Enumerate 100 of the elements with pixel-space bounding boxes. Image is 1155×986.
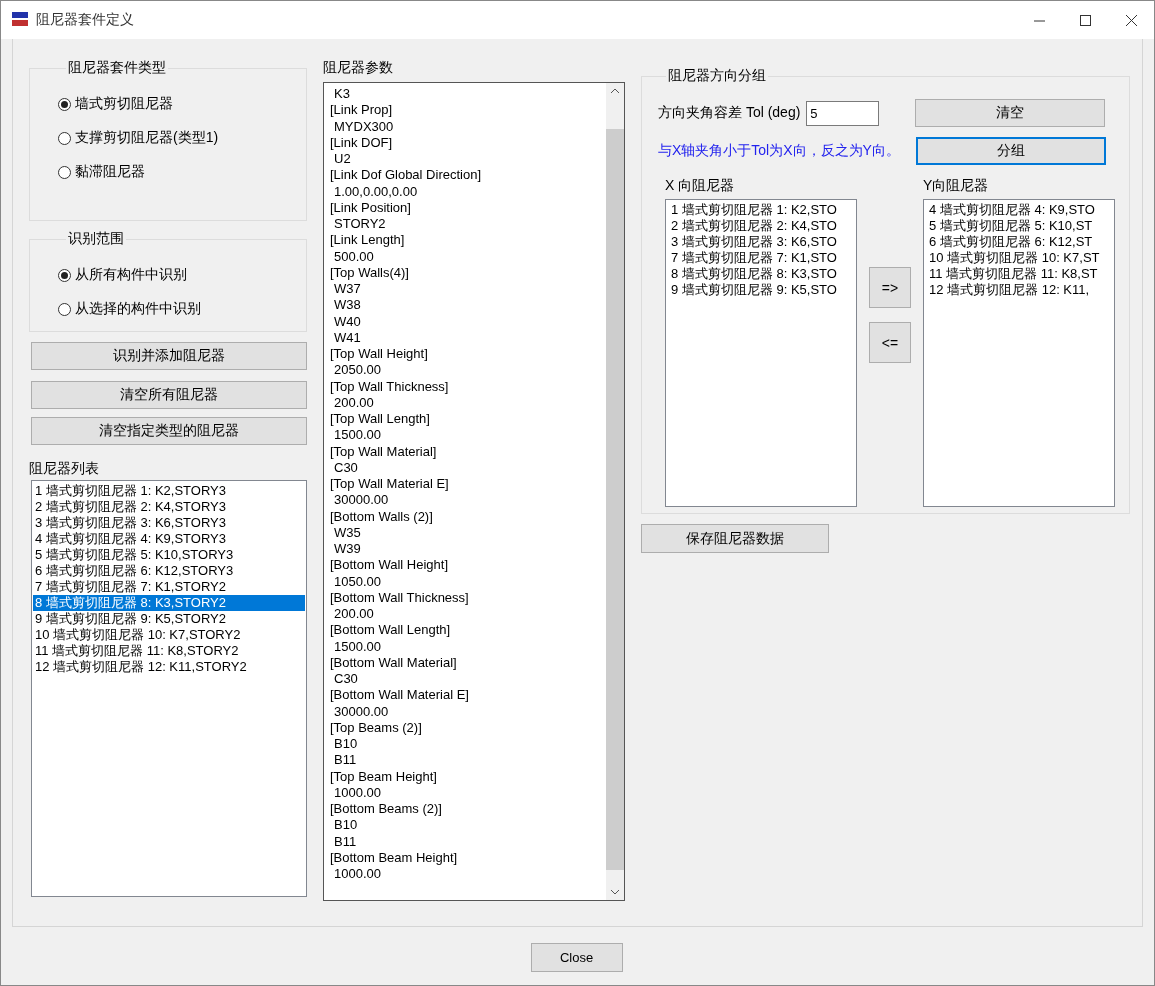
list-item[interactable]: 2 墙式剪切阻尼器 2: K4,STO [669,218,856,234]
param-line: [Top Walls(4)] [330,264,410,281]
list-item[interactable]: 5 墙式剪切阻尼器 5: K10,STORY3 [33,547,305,563]
param-line: [Top Wall Material] [330,443,438,460]
param-line: W41 [333,329,362,346]
param-line: [Link Position] [330,199,412,216]
move-right-button[interactable]: => [869,267,911,308]
list-item[interactable]: 11 墙式剪切阻尼器 11: K8,STORY2 [33,643,305,659]
list-item[interactable]: 10 墙式剪切阻尼器 10: K7,ST [927,250,1114,266]
move-left-button[interactable]: <= [869,322,911,363]
list-label: 阻尼器列表 [29,460,100,478]
param-line: [Bottom Wall Material] [330,654,458,671]
group-title: 识别范围 [67,230,125,248]
group-button[interactable]: 分组 [915,137,1106,165]
list-label: X 向阻尼器 [665,177,736,195]
radio-icon[interactable] [58,131,71,145]
radio-button[interactable]: 黏滞阻尼器 [58,155,145,189]
param-line: C30 [333,459,359,476]
param-line: [Link Length] [330,232,406,249]
app-logo-icon [12,12,28,28]
list-item[interactable]: 4 墙式剪切阻尼器 4: K9,STORY3 [33,531,305,547]
param-line: 30000.00 [333,492,390,509]
param-line: 1.00,0.00,0.00 [333,183,419,200]
hint-text: 与X轴夹角小于Tol为X向，反之为Y向。 [658,142,900,160]
param-line: B10 [333,817,359,834]
window-title: 阻尼器套件定义 [36,11,134,29]
param-line: MYDX300 [333,118,395,135]
list-item[interactable]: 12 墙式剪切阻尼器 12: K11, [927,282,1114,298]
param-line: B11 [333,752,358,769]
param-line: [Bottom Wall Material E] [330,687,470,704]
list-item[interactable]: 11 墙式剪切阻尼器 11: K8,ST [927,266,1114,282]
list-item[interactable]: 1 墙式剪切阻尼器 1: K2,STORY3 [33,483,305,499]
param-line: B11 [333,833,358,850]
param-line: W37 [333,281,362,298]
param-line: [Top Wall Material E] [330,476,450,493]
action-button[interactable]: 清空指定类型的阻尼器 [31,417,307,445]
param-line: [Link Dof Global Direction] [330,167,482,184]
action-button[interactable]: 清空所有阻尼器 [31,381,307,409]
save-button[interactable]: 保存阻尼器数据 [641,524,829,553]
param-line: STORY2 [333,216,387,233]
scrollbar[interactable] [606,83,624,900]
list-item[interactable]: 8 墙式剪切阻尼器 8: K3,STO [669,266,856,282]
param-line: [Bottom Wall Length] [330,622,452,639]
param-line: K3 [333,86,351,103]
action-button[interactable]: 识别并添加阻尼器 [31,342,307,370]
radio-icon[interactable] [58,302,71,316]
param-line: 1000.00 [333,784,382,801]
list-item[interactable]: 2 墙式剪切阻尼器 2: K4,STORY3 [33,499,305,515]
close-button[interactable]: Close [530,943,623,972]
param-line: W38 [333,297,362,314]
param-line: 1500.00 [333,427,382,444]
clear-button[interactable]: 清空 [915,99,1106,127]
list-item[interactable]: 7 墙式剪切阻尼器 7: K1,STORY2 [33,579,305,595]
tolerance-label: 方向夹角容差 Tol (deg) [658,104,801,122]
param-line: W39 [333,541,362,558]
param-line: 2050.00 [333,362,382,379]
list-item[interactable]: 9 墙式剪切阻尼器 9: K5,STORY2 [33,611,305,627]
list-item[interactable]: 7 墙式剪切阻尼器 7: K1,STO [669,250,856,266]
radio-icon[interactable] [58,97,71,111]
param-line: 1500.00 [333,638,382,655]
param-line: U2 [333,151,352,168]
param-line: 1000.00 [333,866,382,883]
param-line: [Bottom Beams (2)] [330,801,443,818]
param-line: 1050.00 [333,573,382,590]
param-line: 30000.00 [333,703,390,720]
param-line: [Bottom Walls (2)] [330,508,434,525]
list-item[interactable]: 1 墙式剪切阻尼器 1: K2,STO [669,202,856,218]
list-item[interactable]: 12 墙式剪切阻尼器 12: K11,STORY2 [33,659,305,675]
radio-button[interactable]: 从选择的构件中识别 [58,292,201,326]
list-label: 阻尼器参数 [323,59,394,77]
param-line: 500.00 [333,248,375,265]
param-line: [Bottom Wall Height] [330,557,449,574]
param-line: B10 [333,736,359,753]
list-item[interactable]: 3 墙式剪切阻尼器 3: K6,STORY3 [33,515,305,531]
radio-button[interactable]: 墙式剪切阻尼器 [58,87,173,121]
param-line: [Top Beams (2)] [330,719,423,736]
list-item[interactable]: 10 墙式剪切阻尼器 10: K7,STORY2 [33,627,305,643]
group-title: 阻尼器方向分组 [667,67,767,85]
list-item[interactable]: 6 墙式剪切阻尼器 6: K12,STORY3 [33,563,305,579]
list-item[interactable]: 8 墙式剪切阻尼器 8: K3,STORY2 [33,595,305,611]
param-line: [Bottom Wall Thickness] [330,589,470,606]
list-item[interactable]: 5 墙式剪切阻尼器 5: K10,ST [927,218,1114,234]
radio-button[interactable]: 从所有构件中识别 [58,258,187,292]
radio-button[interactable]: 支撑剪切阻尼器(类型1) [58,121,219,155]
radio-icon[interactable] [58,165,71,179]
param-line: [Bottom Beam Height] [330,849,459,866]
param-line: 200.00 [333,394,375,411]
param-line: 200.00 [333,606,375,623]
list-item[interactable]: 6 墙式剪切阻尼器 6: K12,ST [927,234,1114,250]
list-item[interactable]: 3 墙式剪切阻尼器 3: K6,STO [669,234,856,250]
param-line: [Top Wall Length] [330,411,431,428]
list-item[interactable]: 9 墙式剪切阻尼器 9: K5,STO [669,282,856,298]
radio-icon[interactable] [58,268,71,282]
param-line: C30 [333,671,359,688]
param-line: [Link DOF] [330,134,394,151]
list-item[interactable]: 4 墙式剪切阻尼器 4: K9,STO [927,202,1114,218]
param-line: [Top Wall Height] [330,346,429,363]
tolerance-field[interactable]: 5 [806,100,880,126]
param-line: [Top Beam Height] [330,768,438,785]
param-line: [Link Prop] [330,102,394,119]
